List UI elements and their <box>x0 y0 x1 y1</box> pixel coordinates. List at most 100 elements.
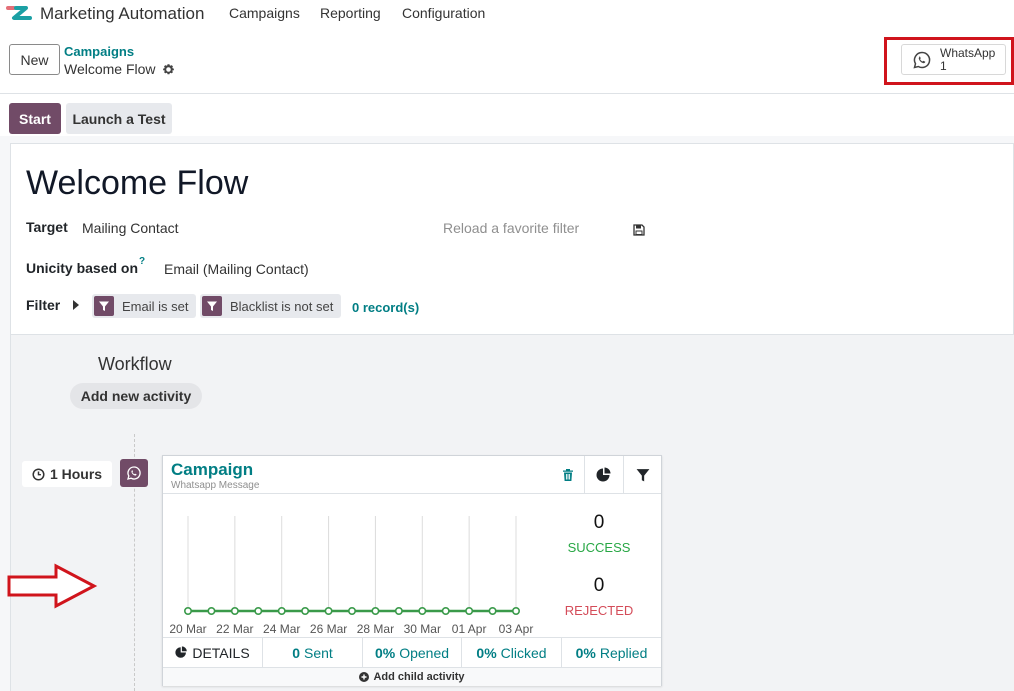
chart-point[interactable] <box>348 607 357 616</box>
gear-icon[interactable] <box>162 63 175 76</box>
details-button[interactable]: DETAILS <box>163 638 263 667</box>
breadcrumb-campaigns[interactable]: Campaigns <box>64 44 134 59</box>
chart-point[interactable] <box>465 607 474 616</box>
activity-title[interactable]: Campaign <box>171 460 253 480</box>
chart-point[interactable] <box>254 607 263 616</box>
whatsapp-count: 1 <box>940 58 947 73</box>
unicity-field[interactable]: Email (Mailing Contact) <box>164 261 309 277</box>
chart-point[interactable] <box>324 607 333 616</box>
add-new-activity-button[interactable]: Add new activity <box>70 383 202 409</box>
chart-point[interactable] <box>441 607 450 616</box>
replied-stat[interactable]: 0% Replied <box>562 638 661 667</box>
sent-stat[interactable]: 0 Sent <box>263 638 363 667</box>
activity-card-header: Campaign Whatsapp Message <box>163 456 661 494</box>
activity-subtitle: Whatsapp Message <box>171 480 260 491</box>
unicity-label: Unicity based on <box>26 260 139 276</box>
chart-point[interactable] <box>511 607 520 616</box>
pie-chart-icon <box>596 467 611 482</box>
activity-type-badge <box>120 459 148 487</box>
whatsapp-button-text: WhatsApp 1 <box>940 45 996 73</box>
rejected-label: REJECTED <box>564 603 634 618</box>
activity-chart: 20 Mar 22 Mar 24 Mar 26 Mar 28 Mar 30 Mar 01 A… <box>169 516 534 636</box>
campaign-title-field[interactable]: Welcome Flow <box>26 164 248 203</box>
success-label: SUCCESS <box>567 540 631 555</box>
pie-chart-icon <box>175 646 188 658</box>
opened-value: 0% <box>374 644 396 661</box>
rejected-count: 0 <box>593 575 605 596</box>
chart-point[interactable] <box>277 607 286 616</box>
favorite-filter-select[interactable]: Reload a favorite filter <box>443 220 579 236</box>
plus-circle-icon <box>359 672 370 682</box>
replied-label: Replied <box>599 644 648 661</box>
record-count-link[interactable]: 0 record(s) <box>352 300 419 315</box>
chart-tick-label: 30 Mar <box>404 622 441 636</box>
filter-tag-blacklist[interactable]: Blacklist is not set <box>200 294 342 318</box>
breadcrumb-current-label: Welcome Flow <box>64 61 156 77</box>
chart-point[interactable] <box>301 607 310 616</box>
chart-tick-label: 20 Mar <box>169 622 206 636</box>
caret-right-icon[interactable] <box>73 300 79 310</box>
app-title[interactable]: Marketing Automation <box>40 4 204 24</box>
statistics-toggle-button[interactable] <box>584 456 623 494</box>
chart-tick-label: 03 Apr <box>499 622 534 636</box>
add-child-activity-label: Add child activity <box>373 671 465 683</box>
chart-point[interactable] <box>418 607 427 616</box>
opened-stat[interactable]: 0% Opened <box>363 638 462 667</box>
add-child-activity-button[interactable]: Add child activity <box>163 667 661 686</box>
save-icon[interactable] <box>633 224 645 236</box>
clicked-value: 0% <box>476 644 497 661</box>
chart-point[interactable] <box>394 607 403 616</box>
trash-icon[interactable] <box>562 468 574 482</box>
whatsapp-icon <box>913 51 931 69</box>
filter-tag-label: Email is set <box>122 298 189 314</box>
filter-label: Filter <box>26 297 61 313</box>
trigger-delay-text: 1 Hours <box>49 466 103 482</box>
whatsapp-smart-button[interactable]: WhatsApp 1 <box>901 44 1006 75</box>
app-logo-icon[interactable] <box>6 4 32 22</box>
chart-tick-label: 26 Mar <box>310 622 347 636</box>
new-button[interactable]: New <box>9 44 60 75</box>
sent-value: 0 <box>292 644 300 661</box>
target-label: Target <box>26 219 68 235</box>
nav-reporting[interactable]: Reporting <box>320 5 381 21</box>
chart-tick-label: 28 Mar <box>357 622 394 636</box>
nav-configuration[interactable]: Configuration <box>402 5 485 21</box>
filter-tag-email[interactable]: Email is set <box>92 294 197 318</box>
clock-icon <box>32 467 45 481</box>
workflow-title: Workflow <box>98 354 172 374</box>
clicked-stat[interactable]: 0% Clicked <box>462 638 562 667</box>
filter-icon <box>94 296 114 316</box>
activity-card: Campaign Whatsapp Message 20 Mar 22 Mar 24… <box>162 455 662 686</box>
breadcrumb-current: Welcome Flow <box>64 61 175 77</box>
control-divider <box>0 93 1014 94</box>
chart-point[interactable] <box>183 607 192 616</box>
replied-value: 0% <box>575 644 596 661</box>
red-arrow-annotation <box>7 563 98 609</box>
filter-icon <box>636 469 650 482</box>
filter-tag-label: Blacklist is not set <box>230 298 334 314</box>
top-navbar: Marketing Automation Campaigns Reporting… <box>0 0 1014 28</box>
success-count: 0 <box>593 512 605 533</box>
whatsapp-label: WhatsApp <box>940 45 996 60</box>
chart-point[interactable] <box>488 607 497 616</box>
sent-label: Sent <box>303 644 333 661</box>
activity-filter-button[interactable] <box>623 456 662 494</box>
filter-icon <box>202 296 222 316</box>
launch-test-button[interactable]: Launch a Test <box>66 103 172 134</box>
target-field[interactable]: Mailing Contact <box>82 220 179 236</box>
start-button[interactable]: Start <box>9 103 61 134</box>
chart-point[interactable] <box>371 607 380 616</box>
trigger-delay-badge: 1 Hours <box>22 461 112 487</box>
nav-campaigns[interactable]: Campaigns <box>229 5 300 21</box>
help-tooltip-icon[interactable]: ? <box>139 256 145 267</box>
chart-point[interactable] <box>207 607 216 616</box>
clicked-label: Clicked <box>500 644 547 661</box>
chart-tick-label: 24 Mar <box>263 622 300 636</box>
whatsapp-icon <box>127 466 141 480</box>
chart-tick-label: 01 Apr <box>452 622 487 636</box>
chart-point[interactable] <box>230 607 239 616</box>
activity-stats-footer: DETAILS 0 Sent 0% Opened 0% Clicked 0% R… <box>163 637 661 667</box>
details-label: DETAILS <box>192 644 250 661</box>
opened-label: Opened <box>399 644 450 661</box>
chart-tick-label: 22 Mar <box>216 622 253 636</box>
